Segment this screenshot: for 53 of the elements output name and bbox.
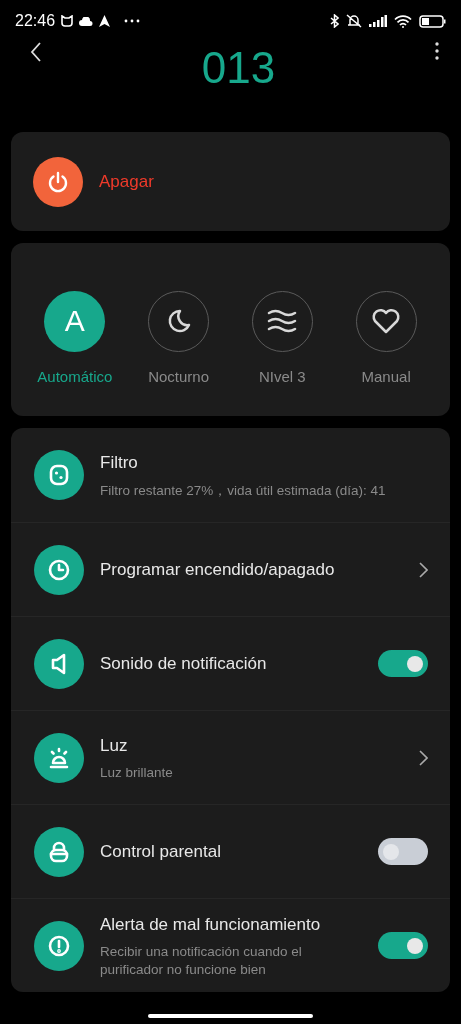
battery-icon xyxy=(419,14,446,28)
row-subtitle: Luz brillante xyxy=(100,764,174,783)
mode-label: Nocturno xyxy=(148,366,210,387)
settings-row[interactable]: Luz Luz brillante xyxy=(11,710,450,804)
mode-label: Manual xyxy=(361,366,411,387)
settings-row[interactable]: Control parental xyxy=(11,804,450,898)
settings-row[interactable]: Alerta de mal funcionamiento Recibir una notificación cuando el purificador no funcione bien xyxy=(11,898,450,992)
chevron-right-icon xyxy=(419,749,428,766)
power-label: Apagar xyxy=(99,170,154,193)
muted-bell-icon xyxy=(346,14,362,28)
row-title: Filtro xyxy=(100,452,139,475)
row-title: Sonido de notificación xyxy=(100,652,268,675)
row-subtitle: Filtro restante 27%，vida útil estimada (día): 41 xyxy=(100,481,387,500)
mode-button[interactable]: Manual xyxy=(334,290,438,389)
toggle-switch[interactable] xyxy=(378,838,428,865)
status-time: 22:46 xyxy=(15,11,56,31)
back-icon[interactable] xyxy=(30,42,42,62)
clock-icon xyxy=(34,544,84,595)
toggle-switch[interactable] xyxy=(378,650,428,677)
heart-icon xyxy=(371,307,402,336)
toggle-switch[interactable] xyxy=(378,932,428,959)
wifi-icon xyxy=(394,14,412,28)
mode-label: NIvel 3 xyxy=(259,366,306,387)
power-button[interactable] xyxy=(33,156,83,207)
lamp-icon xyxy=(34,732,84,783)
mode-label: Automático xyxy=(37,366,113,387)
settings-row[interactable]: Programar encendido/apagado xyxy=(11,522,450,616)
cloud-icon xyxy=(79,16,94,26)
signal-icon xyxy=(369,15,387,27)
row-title: Control parental xyxy=(100,840,222,863)
row-title: Alerta de mal funcionamiento xyxy=(100,913,322,936)
mode-button[interactable]: Nocturno xyxy=(126,290,231,389)
navigation-icon xyxy=(99,15,111,27)
mode-button[interactable]: NIvel 3 xyxy=(230,290,335,389)
mode-letter: A xyxy=(64,306,85,337)
mode-button[interactable]: A Automático xyxy=(23,290,127,389)
power-icon xyxy=(46,169,70,194)
cat-icon xyxy=(61,15,74,27)
settings-row[interactable]: Filtro Filtro restante 27%，vida útil estimada (día): 41 xyxy=(11,428,450,522)
filter-icon xyxy=(34,450,84,500)
row-title: Luz xyxy=(100,734,129,757)
speaker-icon xyxy=(34,638,84,689)
more-icon xyxy=(124,19,141,23)
device-title: 013 xyxy=(201,46,276,90)
settings-row[interactable]: Sonido de notificación xyxy=(11,616,450,710)
lock-icon xyxy=(34,826,84,877)
row-subtitle: Recibir una notificación cuando el purificador no funcione bien xyxy=(100,943,303,980)
waves-icon xyxy=(267,308,298,335)
alert-icon xyxy=(34,920,84,971)
more-vertical-icon[interactable] xyxy=(435,42,439,60)
bluetooth-icon xyxy=(330,14,339,28)
row-title: Programar encendido/apagado xyxy=(100,558,336,581)
chevron-right-icon xyxy=(419,561,428,578)
